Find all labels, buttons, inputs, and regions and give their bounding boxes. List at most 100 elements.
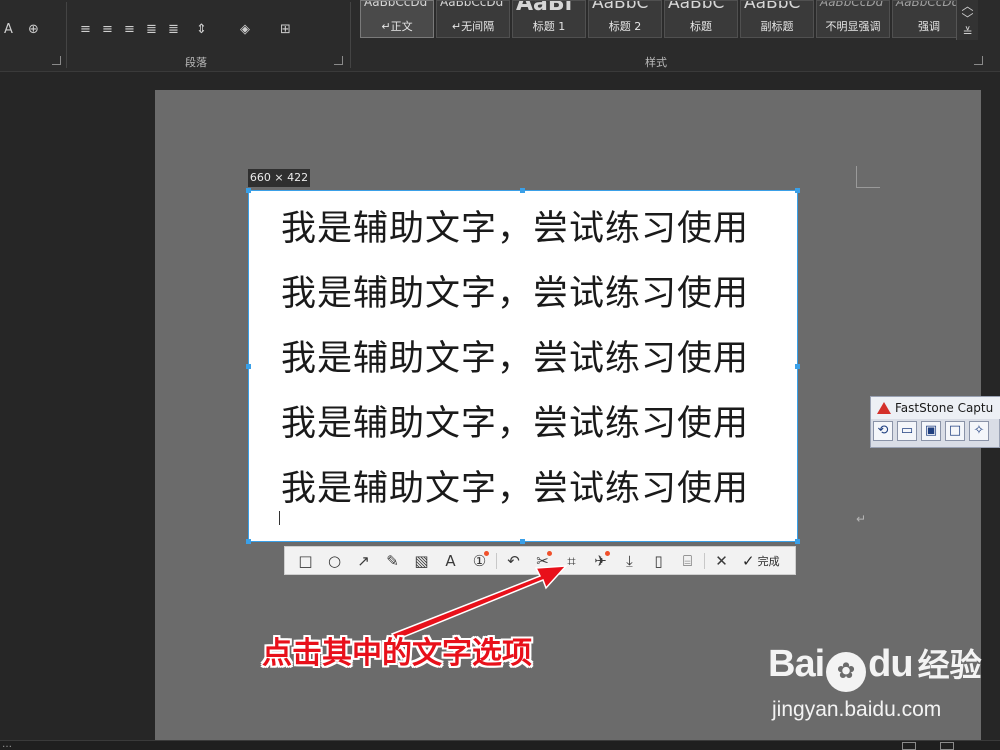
shading-icon[interactable]: ◈ [240,22,250,38]
style-name-label: 正文 [390,20,413,33]
style-name: 强调 [893,18,965,34]
line-spacing-icon[interactable]: ⇕ [196,22,207,38]
watermark-logo-left: Bai [768,643,825,685]
cut-icon[interactable]: ✂ [528,549,557,573]
toolbar-separator [704,552,705,569]
style-name-label: 标题 [690,20,712,33]
align-center-icon[interactable]: ≡ [102,22,113,38]
watermark-logo-right: du [868,643,913,685]
style-name-label: 标题 1 [532,20,566,33]
status-text: … [2,739,12,750]
style-item[interactable]: AaBbC 副标题 [740,0,814,38]
number-icon[interactable]: ① [465,549,494,573]
ribbon: A ⊕ ≡ ≡ ≡ ≣ ≣ ⇕ ◈ ⊞ 段落 AaBbCcDd ↵正文 AaBbCc… [0,0,1000,72]
resize-handle-bottom-left[interactable] [246,539,251,544]
style-sample: AaBl [516,0,573,16]
style-name: ↵正文 [361,18,433,34]
text-recognition-icon[interactable]: ⌗ [557,549,586,573]
styles-scroll[interactable]: ︿ ﹀ ≚ [956,0,978,40]
captured-text-line: 我是辅助文字，尝试练习使用 [281,339,750,379]
check-icon: ✓ [742,551,755,570]
faststone-tool-icon[interactable]: ⟲ [873,421,893,441]
captured-text-line: 我是辅助文字，尝试练习使用 [281,469,750,509]
font-color-icon[interactable]: A [4,22,13,38]
style-name: ↵无间隔 [437,18,509,34]
bookmark-icon[interactable]: ⌸ [673,549,702,573]
toolbar-separator [496,552,497,569]
resize-handle-left[interactable] [246,364,251,369]
resize-handle-top-right[interactable] [795,188,800,193]
style-name: 不明显强调 [817,18,889,34]
resize-handle-bottom-right[interactable] [795,539,800,544]
download-icon[interactable]: ⤓ [615,549,644,573]
done-button[interactable]: ✓ 完成 [736,552,786,570]
pencil-icon[interactable]: ✎ [378,549,407,573]
style-name-label: 无间隔 [461,20,495,33]
faststone-logo-icon [877,402,891,414]
new-feature-dot [484,550,489,556]
faststone-tool-icon[interactable]: □ [945,421,965,441]
status-bar: … [0,739,1000,750]
captured-text-line: 我是辅助文字，尝试练习使用 [281,404,750,444]
group-divider [66,2,67,68]
styles-gallery: AaBbCcDd ↵正文 AaBbCcDd ↵无间隔 AaBl 标题 1 AaBbC 标题 2… [360,0,966,38]
faststone-tool-icon[interactable]: ▣ [921,421,941,441]
style-name-label: 副标题 [760,20,794,33]
capture-toolbar: □ ○ ↗ ✎ ▧ A ① ↶ ✂ ⌗ ✈ ⤓ ▯ ⌸ ✕ ✓ 完成 [284,546,796,575]
close-icon[interactable]: ✕ [707,549,736,573]
paragraph-dialog-launcher[interactable] [334,56,343,65]
read-mode-icon[interactable] [902,742,916,750]
style-name-label: 标题 2 [608,20,642,33]
pin-icon[interactable]: ✈ [586,549,615,573]
style-name: 标题 1 [513,18,585,34]
styles-group-label: 样式 [645,56,667,69]
faststone-tool-icon[interactable]: ▭ [897,421,917,441]
faststone-capture-window[interactable]: FastStone Captu ⟲ ▭ ▣ □ ✧ [870,396,1000,448]
paragraph-group-label: 段落 [185,56,207,69]
annotation-text: 点击其中的文字选项 [262,636,532,671]
rectangle-icon[interactable]: □ [291,549,320,573]
group-divider [350,2,351,68]
style-sample: AaBbC [744,0,801,13]
style-item[interactable]: AaBbC 标题 2 [588,0,662,38]
selection-size-badge: 660 × 422 [248,169,310,187]
align-left-icon[interactable]: ≡ [80,22,91,38]
ellipse-icon[interactable]: ○ [320,549,349,573]
borders-icon[interactable]: ⊞ [280,22,291,38]
done-label: 完成 [757,554,780,568]
text-cursor [279,511,280,525]
style-sample: AaBbCcDd [364,0,428,9]
resize-handle-top-left[interactable] [246,188,251,193]
paragraph-mark-icon: ↵ [451,20,462,33]
justify-icon[interactable]: ≣ [146,22,157,38]
resize-handle-right[interactable] [795,364,800,369]
style-name-label: 不明显强调 [825,20,881,33]
capture-selection[interactable]: 我是辅助文字，尝试练习使用 我是辅助文字，尝试练习使用 我是辅助文字，尝试练习使用我… [248,190,798,542]
distributed-icon[interactable]: ≣ [168,22,179,38]
watermark-url: jingyan.baidu.com [772,698,942,721]
align-right-icon[interactable]: ≡ [124,22,135,38]
font-dialog-launcher[interactable] [52,56,61,65]
faststone-tool-icon[interactable]: ✧ [969,421,989,441]
phone-icon[interactable]: ▯ [644,549,673,573]
style-item[interactable]: AaBbCcDd ↵正文 [360,0,434,38]
resize-handle-top[interactable] [520,188,525,193]
style-item[interactable]: AaBbC 标题 [664,0,738,38]
style-name: 标题 [665,18,737,34]
style-item[interactable]: AaBbCcDd ↵无间隔 [436,0,510,38]
styles-dialog-launcher[interactable] [974,56,983,65]
style-item[interactable]: AaBbCcDd 不明显强调 [816,0,890,38]
mosaic-icon[interactable]: ▧ [407,549,436,573]
paragraph-mark-icon: ↵ [381,20,391,33]
more-styles-icon[interactable]: ≚ [957,26,978,39]
new-feature-dot [547,550,552,556]
resize-handle-bottom[interactable] [520,539,525,544]
style-sample: AaBbCcDd [820,0,884,9]
phonetic-icon[interactable]: ⊕ [28,22,39,38]
print-layout-icon[interactable] [940,742,954,750]
arrow-icon[interactable]: ↗ [349,549,378,573]
style-item[interactable]: AaBl 标题 1 [512,0,586,38]
undo-icon[interactable]: ↶ [499,549,528,573]
style-item[interactable]: AaBbCcDd 强调 [892,0,966,38]
text-icon[interactable]: A [436,549,465,573]
